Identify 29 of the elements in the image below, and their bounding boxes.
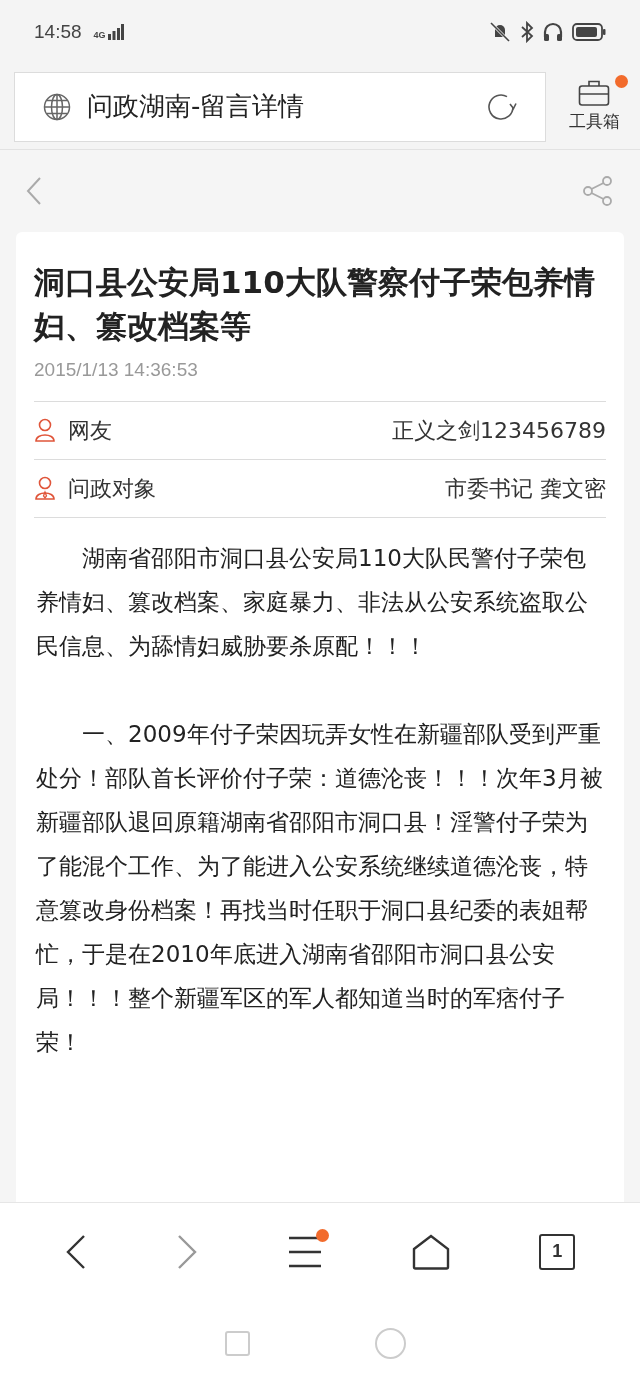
home-button[interactable]	[374, 1327, 406, 1359]
toolbox-button[interactable]: 工具箱	[562, 78, 626, 135]
bluetooth-icon	[520, 21, 534, 43]
meta-label: 网友	[68, 416, 112, 445]
battery-icon	[572, 23, 606, 41]
meta-value: 市委书记 龚文密	[445, 474, 606, 503]
article-title: 洞口县公安局110大队警察付子荣包养情妇、篡改档案等	[34, 263, 596, 346]
meta-value: 正义之剑123456789	[392, 416, 606, 445]
network-type: 4G	[93, 31, 106, 40]
page-title: 问政湖南-留言详情	[87, 90, 306, 123]
mute-icon	[488, 21, 512, 43]
person-icon	[34, 418, 56, 442]
signal-icon	[107, 24, 124, 40]
article-paragraph: 湖南省邵阳市洞口县公安局110大队民警付子荣包养情妇、篡改档案、家庭暴力、非法从公安系统盗取公民信息、为舔情妇威胁要杀原配！！！	[35, 543, 589, 661]
headphones-icon	[542, 21, 564, 43]
address-bar[interactable]: 问政湖南-留言详情	[14, 71, 546, 142]
briefcase-icon	[578, 78, 610, 107]
home-icon[interactable]	[412, 1233, 451, 1270]
share-icon[interactable]	[582, 175, 614, 207]
post-date: 2015/1/13 14:36:53	[34, 358, 199, 382]
article-paragraph: 一、2009年付子荣因玩弄女性在新疆部队受到严重处分！部队首长评价付子荣：道德沦丧！！！次年3月被新疆部队退回原籍湖南省邵阳市洞口县！淫警付子荣为了能混个工作、为了能进入公安系统继续道德沦丧，特意篡改身份档案！再找当时任职于洞口县纪委的表姐帮忙，于是在2010年底进入湖南省邵阳市洞口县公安局！！！整个新疆军区的军人都知道当时的军痞付子荣！	[34, 719, 604, 1057]
meta-label: 问政对象	[68, 474, 156, 503]
back-icon[interactable]	[64, 1233, 87, 1270]
recents-button[interactable]	[224, 1330, 250, 1356]
official-icon	[34, 476, 56, 500]
globe-icon	[43, 92, 71, 121]
menu-icon[interactable]	[286, 1234, 323, 1269]
tabs-button[interactable]: 1	[539, 1233, 576, 1270]
clock-time: 14:58	[34, 19, 82, 44]
